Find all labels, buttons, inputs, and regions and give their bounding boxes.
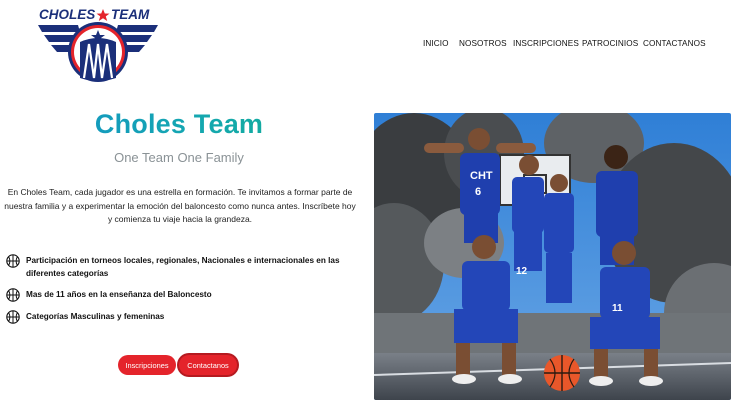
team-photo-image: CHT 6 12 11 bbox=[374, 113, 731, 400]
nav-inscripciones[interactable]: INSCRIPCIONES bbox=[513, 39, 582, 48]
choles-team-logo-icon: CHOLES TEAM bbox=[38, 7, 158, 82]
team-photo: CHT 6 12 11 bbox=[374, 113, 731, 400]
feature-item: Mas de 11 años en la enseñanza del Balon… bbox=[6, 288, 356, 302]
basketball-icon bbox=[6, 310, 20, 324]
hero-subtitle: One Team One Family bbox=[114, 150, 244, 165]
feature-text: Participación en torneos locales, region… bbox=[26, 256, 340, 278]
logo-wordmark-2: TEAM bbox=[111, 7, 150, 22]
feature-text: Categorías Masculinas y femeninas bbox=[26, 312, 165, 321]
nav-nosotros[interactable]: NOSOTROS bbox=[459, 39, 513, 48]
feature-item: Participación en torneos locales, region… bbox=[6, 254, 356, 280]
feature-text: Mas de 11 años en la enseñanza del Balon… bbox=[26, 290, 212, 299]
feature-item: Categorías Masculinas y femeninas bbox=[6, 310, 356, 324]
jersey-number-2: 12 bbox=[516, 266, 528, 277]
nav-patrocinios[interactable]: PATROCINIOS bbox=[582, 39, 643, 48]
basketball-icon bbox=[6, 288, 20, 302]
logo-wordmark: CHOLES bbox=[39, 7, 95, 22]
site-logo[interactable]: CHOLES TEAM bbox=[36, 4, 160, 84]
hero-title: Choles Team bbox=[0, 109, 358, 140]
jersey-number: 6 bbox=[475, 186, 481, 198]
nav-inicio[interactable]: INICIO bbox=[423, 39, 459, 48]
jersey-number-3: 11 bbox=[612, 303, 623, 314]
feature-list: Participación en torneos locales, region… bbox=[6, 254, 356, 332]
hero-description: En Choles Team, cada jugador es una estr… bbox=[4, 187, 356, 225]
inscripciones-button[interactable]: Inscripciones bbox=[118, 355, 176, 375]
main-nav: INICIO NOSOTROS INSCRIPCIONES PATROCINIO… bbox=[423, 39, 706, 48]
jersey-text: CHT bbox=[470, 170, 493, 182]
nav-contactanos[interactable]: CONTACTANOS bbox=[643, 39, 706, 48]
contactanos-button[interactable]: Contactanos bbox=[179, 355, 237, 375]
basketball-icon bbox=[6, 254, 20, 268]
